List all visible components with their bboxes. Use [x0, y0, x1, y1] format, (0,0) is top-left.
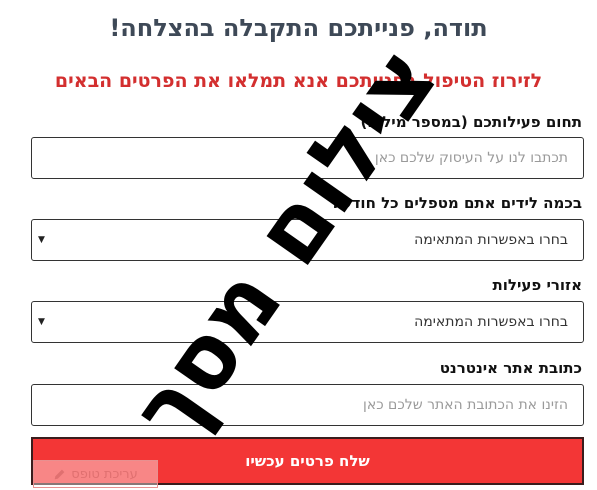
areas-select-value: בחרו באפשרות המתאימה [414, 314, 568, 330]
field-label-leads: בכמה לידים אתם מטפלים כל חודש? [331, 194, 582, 212]
field-label-areas: אזורי פעילות [492, 276, 583, 294]
activity-input-placeholder: תכתבו לנו על העיסוק שלכם כאן [374, 150, 568, 166]
leads-select-value: בחרו באפשרות המתאימה [414, 232, 568, 248]
form-subtitle: לזירוז הטיפול בפנייתכם אנא תמלאו את הפרט… [54, 70, 543, 92]
website-input[interactable]: הזינו את הכתובת האתר שלכם כאן [31, 384, 584, 426]
edit-form-label: עריכת טופס [71, 466, 138, 482]
field-label-website: כתובת אתר אינטרנט [439, 359, 582, 377]
areas-select[interactable]: בחרו באפשרות המתאימה ▼ [31, 301, 584, 343]
chevron-down-icon: ▼ [38, 235, 45, 245]
website-input-placeholder: הזינו את הכתובת האתר שלכם כאן [363, 397, 568, 413]
chevron-down-icon: ▼ [38, 317, 45, 327]
pencil-icon [54, 469, 65, 479]
edit-form-button[interactable]: עריכת טופס [33, 460, 158, 488]
form-title: תודה, פנייתכם התקבלה בהצלחה! [109, 14, 488, 42]
leads-select[interactable]: בחרו באפשרות המתאימה ▼ [31, 219, 584, 261]
activity-input[interactable]: תכתבו לנו על העיסוק שלכם כאן [31, 137, 584, 179]
field-label-activity: תחום פעילותכם (במספר מילים) [360, 113, 582, 131]
